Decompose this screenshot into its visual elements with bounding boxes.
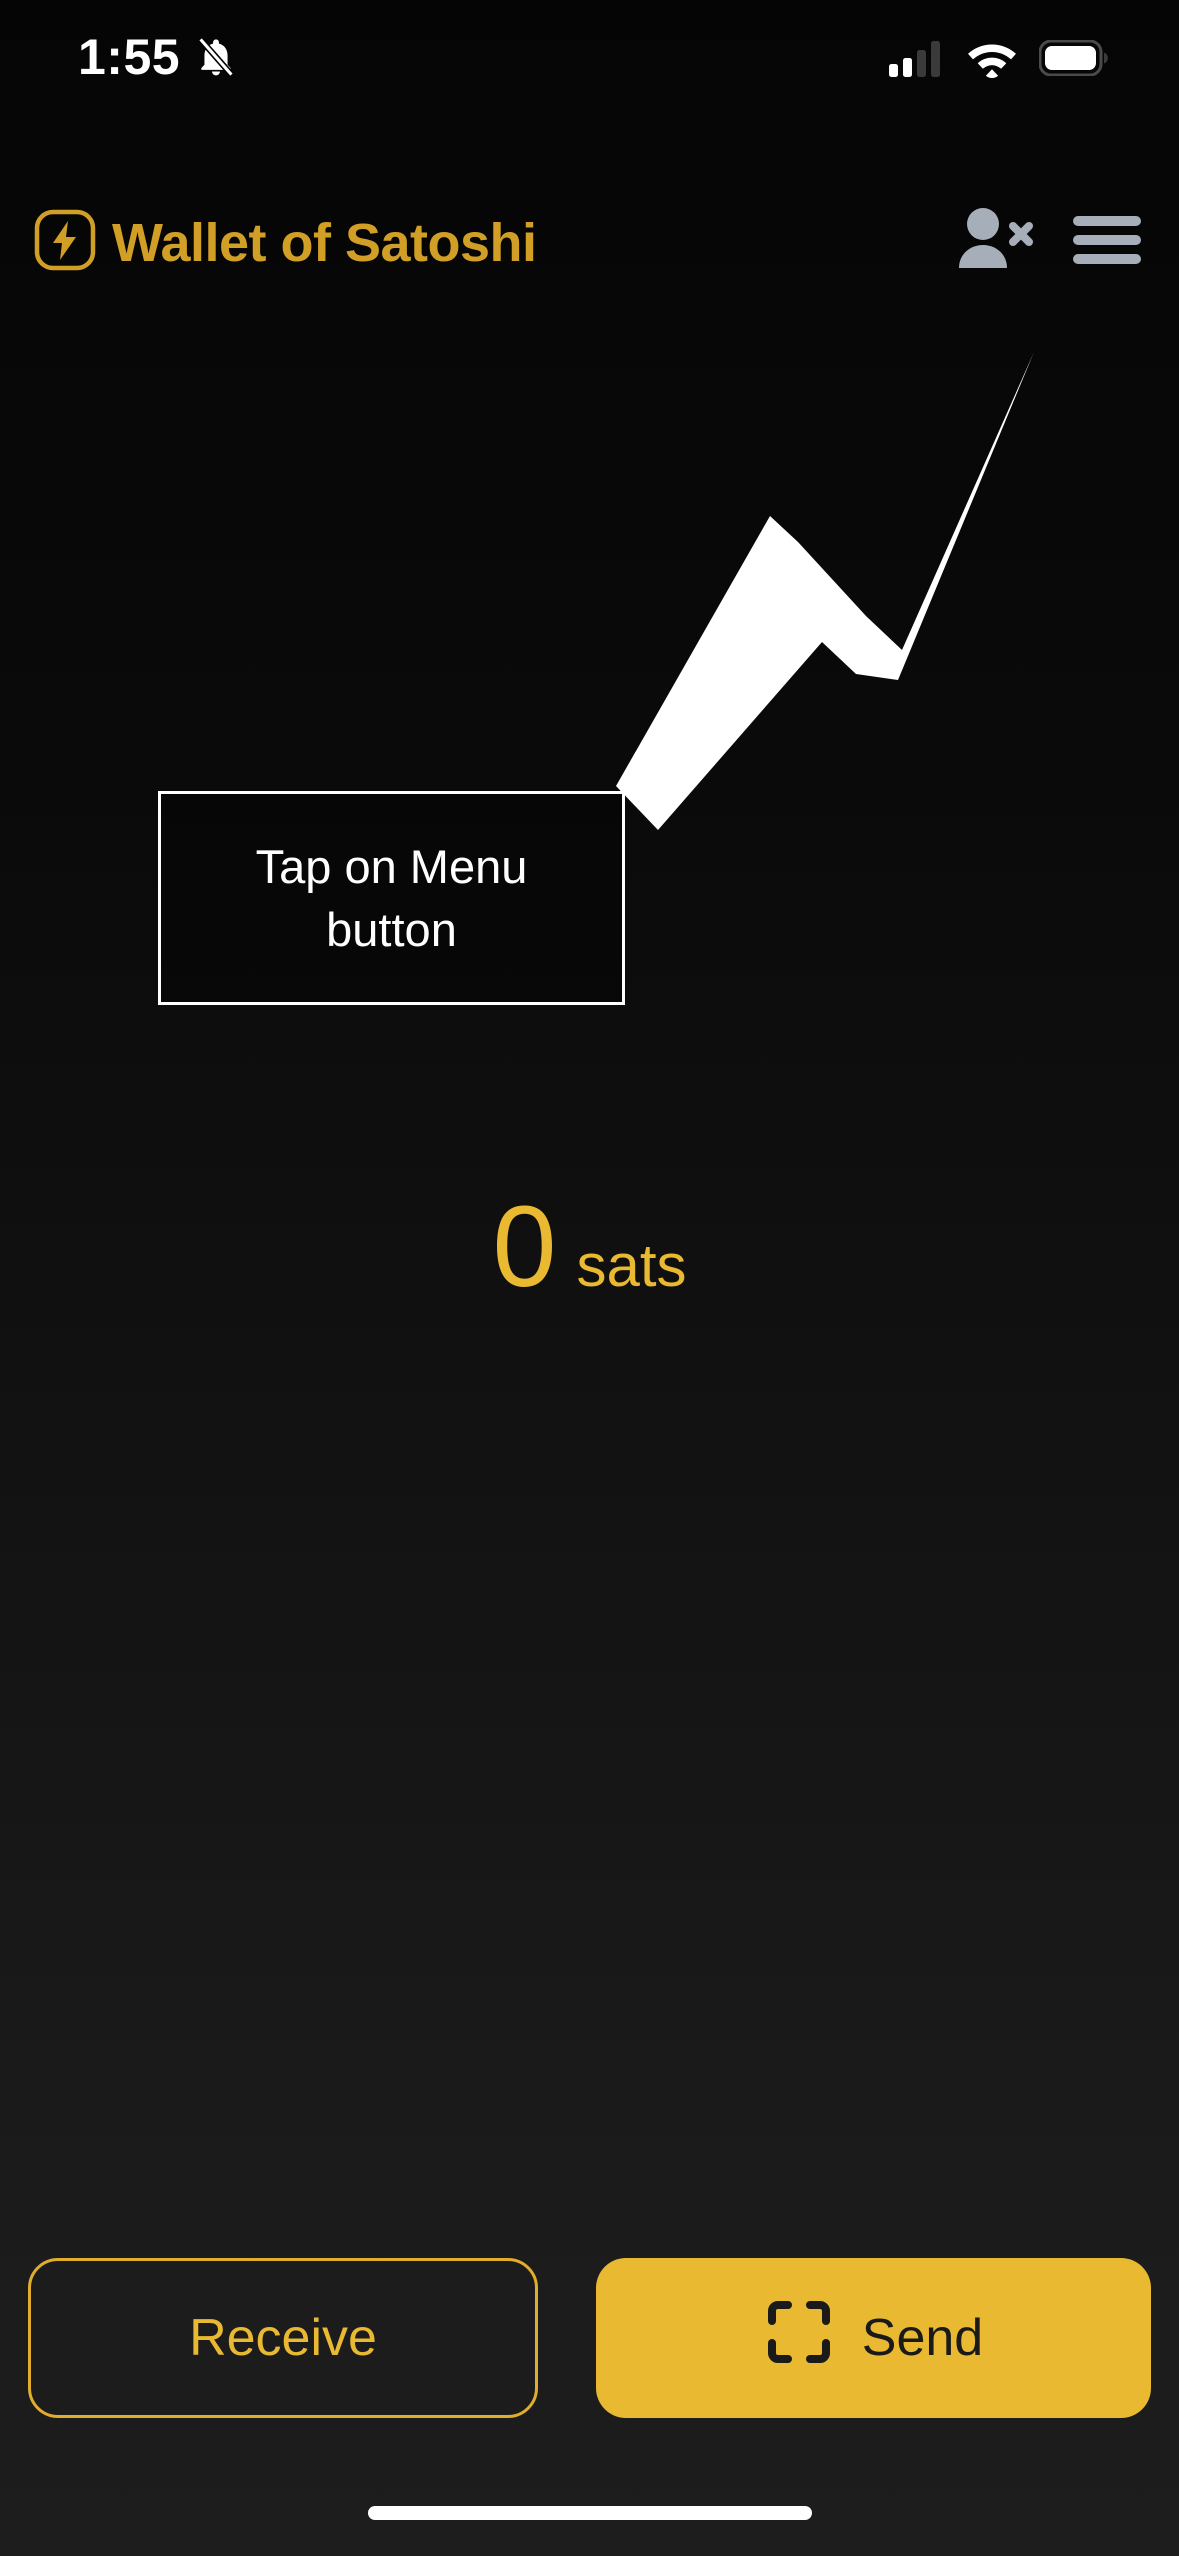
status-bar-left: 1:55 — [78, 32, 238, 82]
status-bar-right — [889, 38, 1109, 83]
bell-slash-icon — [194, 35, 238, 79]
app-title: Wallet of Satoshi — [112, 212, 537, 273]
qr-scan-icon — [764, 2297, 834, 2380]
user-remove-icon[interactable] — [955, 206, 1033, 279]
cellular-signal-icon — [889, 38, 945, 83]
app-screen: 1:55 Wallet of Satoshi Tap on Menu butto… — [0, 0, 1179, 2556]
header-actions — [955, 206, 1141, 279]
brand: Wallet of Satoshi — [34, 209, 537, 276]
status-bar-clock: 1:55 — [78, 29, 181, 85]
coach-mark-text: Tap on Menu button — [255, 839, 528, 956]
coach-mark-tooltip: Tap on Menu button — [158, 791, 625, 1005]
arrow-up-right-icon — [600, 350, 1040, 855]
receive-button[interactable]: Receive — [28, 2258, 538, 2418]
home-indicator[interactable] — [367, 2506, 812, 2520]
status-bar: 1:55 — [0, 0, 1179, 130]
hamburger-menu-icon[interactable] — [1073, 214, 1141, 271]
app-header: Wallet of Satoshi — [0, 190, 1179, 295]
balance-amount: 0 — [492, 1183, 557, 1311]
lightning-bolt-logo-icon — [34, 209, 96, 276]
battery-icon — [1038, 39, 1109, 81]
send-button[interactable]: Send — [596, 2258, 1151, 2418]
send-button-label: Send — [861, 2309, 984, 2367]
balance-unit: sats — [576, 1232, 687, 1299]
wifi-icon — [965, 38, 1019, 83]
balance-display: 0 sats — [0, 1190, 1179, 1305]
receive-button-label: Receive — [189, 2309, 377, 2367]
action-bar: Receive Send — [0, 2258, 1179, 2418]
